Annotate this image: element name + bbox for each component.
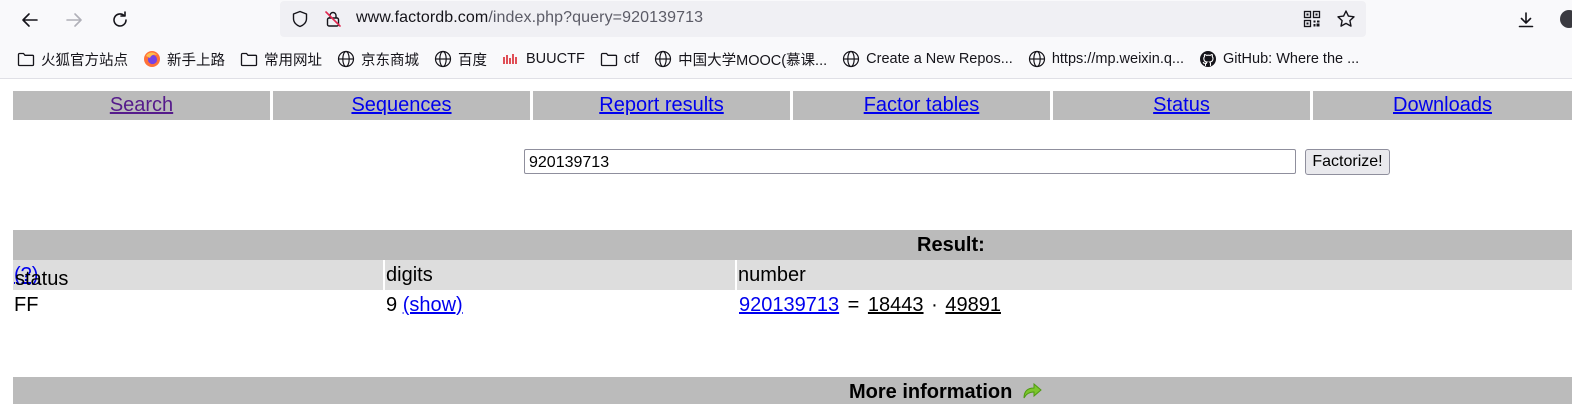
star-bookmark-icon[interactable] <box>1336 9 1356 29</box>
number-label: number <box>738 264 806 286</box>
url-host: www.factordb.com <box>356 9 489 26</box>
buuctf-icon <box>502 50 520 68</box>
menu-link-search[interactable]: Search <box>110 94 173 117</box>
download-icon <box>1518 12 1534 28</box>
menu-cell-search: Search <box>13 91 270 120</box>
insecure-lock-icon[interactable] <box>323 9 343 29</box>
folder-icon <box>17 50 35 68</box>
result-title: Result: <box>917 234 985 256</box>
github-icon <box>1199 50 1217 68</box>
url-text: www.factordb.com/index.php?query=9201397… <box>356 9 703 27</box>
globe-icon <box>434 50 452 68</box>
more-information-header: More information <box>13 377 1572 404</box>
arrow-left-icon <box>22 13 38 27</box>
status-label: status <box>15 268 69 290</box>
globe-icon <box>1028 50 1046 68</box>
reload-button[interactable] <box>106 6 134 34</box>
result-number-cell: 920139713 = 18443 · 49891 <box>739 294 1001 317</box>
account-avatar[interactable] <box>1560 10 1572 28</box>
menu-cell-factor-tables: Factor tables <box>793 91 1050 120</box>
bookmark-item[interactable]: 火狐官方站点 <box>9 45 135 73</box>
result-header: Result: <box>13 230 1572 260</box>
query-input[interactable]: 920139713 <box>524 149 1296 174</box>
number-link[interactable]: 920139713 <box>739 294 839 316</box>
forward-button[interactable] <box>60 6 88 34</box>
back-button[interactable] <box>16 6 44 34</box>
bookmarks-toolbar: 火狐官方站点 新手上路 常用网址 京东商城 百度 BUUCTF ctf 中国大学… <box>0 40 1572 79</box>
bookmark-item[interactable]: 常用网址 <box>232 45 329 73</box>
menu-cell-sequences: Sequences <box>273 91 530 120</box>
equals-sign: = <box>847 294 860 316</box>
bookmark-item[interactable]: Create a New Repos... <box>834 45 1020 73</box>
menu-cell-downloads: Downloads <box>1313 91 1572 120</box>
result-digits-cell: 9 (show) <box>386 294 463 317</box>
globe-icon <box>337 50 355 68</box>
factorize-button[interactable]: Factorize! <box>1305 149 1390 175</box>
bookmark-item[interactable]: 京东商城 <box>329 45 426 73</box>
more-information-title[interactable]: More information <box>849 380 1043 404</box>
globe-icon <box>654 50 672 68</box>
address-bar[interactable]: www.factordb.com/index.php?query=9201397… <box>280 1 1366 37</box>
column-header-status: status (?) <box>13 260 383 290</box>
menu-link-status[interactable]: Status <box>1153 94 1210 117</box>
bookmark-item[interactable]: 新手上路 <box>135 45 232 73</box>
shield-icon[interactable] <box>290 9 310 29</box>
menu-link-downloads[interactable]: Downloads <box>1393 94 1492 117</box>
bookmark-item[interactable]: 百度 <box>426 45 494 73</box>
bookmark-item[interactable]: GitHub: Where the ... <box>1191 45 1366 73</box>
folder-icon <box>600 50 618 68</box>
bookmark-item[interactable]: BUUCTF <box>494 45 592 73</box>
bookmark-item[interactable]: ctf <box>592 45 646 73</box>
digits-label: digits <box>386 264 433 286</box>
browser-toolbar: www.factordb.com/index.php?query=9201397… <box>0 0 1572 40</box>
main-menu: Search Sequences Report results Factor t… <box>13 91 1572 120</box>
bookmark-item[interactable]: 中国大学MOOC(慕课... <box>646 45 834 73</box>
firefox-icon <box>143 50 161 68</box>
menu-link-factor-tables[interactable]: Factor tables <box>864 94 980 117</box>
reload-icon <box>113 11 127 27</box>
qr-code-icon[interactable] <box>1302 9 1322 29</box>
folder-icon <box>240 50 258 68</box>
menu-cell-status: Status <box>1053 91 1310 120</box>
menu-link-report-results[interactable]: Report results <box>599 94 724 117</box>
url-path: /index.php?query=920139713 <box>488 9 704 26</box>
menu-cell-report-results: Report results <box>533 91 790 120</box>
globe-icon <box>842 50 860 68</box>
arrow-right-icon <box>66 13 82 27</box>
column-header-digits: digits <box>385 260 735 290</box>
column-header-number: number <box>737 260 1572 290</box>
digit-count: 9 <box>386 294 398 316</box>
multiply-dot: · <box>931 294 938 316</box>
menu-link-sequences[interactable]: Sequences <box>351 94 451 117</box>
result-status: FF <box>14 294 39 316</box>
factor-link[interactable]: 49891 <box>945 294 1001 316</box>
expand-arrow-icon[interactable] <box>1021 380 1043 400</box>
show-digits-link[interactable]: (show) <box>403 294 463 316</box>
downloads-button[interactable] <box>1512 6 1540 34</box>
bookmark-item[interactable]: https://mp.weixin.q... <box>1020 45 1191 73</box>
factor-link[interactable]: 18443 <box>868 294 924 316</box>
